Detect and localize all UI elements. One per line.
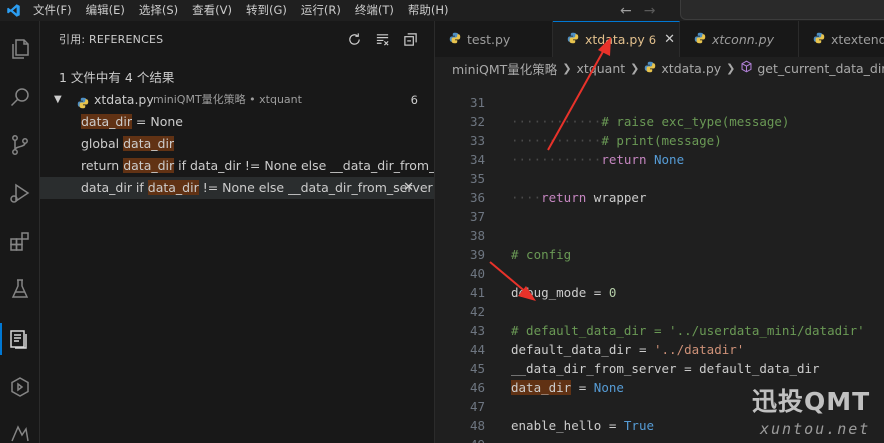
- clear-all-icon[interactable]: [374, 31, 390, 47]
- forward-arrow-icon[interactable]: →: [644, 3, 656, 19]
- activity-active-indicator: [0, 323, 2, 355]
- code-line: 39: [435, 226, 884, 262]
- result-text-after: if data_dir != None else __data_dir_from…: [174, 158, 434, 173]
- reference-file-row[interactable]: ▼ xtdata.py miniQMT量化策略 • xtquant 6: [40, 89, 434, 111]
- reference-result-row[interactable]: global data_dir: [40, 133, 434, 155]
- reference-file-name: xtdata.py: [94, 92, 154, 107]
- vscode-logo-icon: [0, 0, 26, 21]
- code-line: 35 ····return wrapper: [435, 150, 884, 205]
- testing-icon[interactable]: [4, 273, 36, 305]
- python-file-icon: [813, 32, 825, 47]
- tab-problem-count: 6: [648, 32, 657, 47]
- menu-terminal[interactable]: 终端(T): [348, 0, 401, 21]
- function-symbol-icon: [740, 60, 753, 76]
- python-file-icon: [77, 94, 89, 111]
- refresh-icon[interactable]: [346, 31, 362, 47]
- python-icon[interactable]: [4, 417, 36, 443]
- line-number: 49: [435, 435, 485, 443]
- menu-help[interactable]: 帮助(H): [401, 0, 456, 21]
- result-match-highlight: data_dir: [147, 180, 199, 195]
- python-file-icon: [644, 61, 656, 76]
- python-file-icon: [694, 32, 706, 47]
- reference-result-row-selected[interactable]: data_dir if data_dir != None else __data…: [40, 177, 434, 199]
- close-tab-icon[interactable]: ✕: [664, 32, 675, 47]
- code-line: 45 data_dir = None: [435, 340, 884, 395]
- reference-result-row[interactable]: data_dir = None: [40, 111, 434, 133]
- editor-tabs: test.py xtdata.py 6 ✕ xtconn.py xtextend…: [435, 21, 884, 57]
- code-line: 36: [435, 169, 884, 205]
- result-match-highlight: data_dir: [123, 158, 175, 173]
- back-arrow-icon[interactable]: ←: [620, 3, 632, 19]
- explorer-icon[interactable]: [4, 33, 36, 65]
- tab-label: xtconn.py: [712, 31, 774, 47]
- result-text-before: return: [81, 158, 124, 173]
- navigation-arrows: ← →: [620, 0, 655, 21]
- source-control-icon[interactable]: [4, 129, 36, 161]
- remote-icon[interactable]: [4, 371, 36, 403]
- code-line: 33 ············return None: [435, 112, 884, 167]
- code-line: 46: [435, 359, 884, 395]
- tab-xtextend[interactable]: xtextend.: [799, 21, 884, 57]
- result-text-before: data_dir if: [81, 180, 148, 195]
- references-panel: 引用: REFERENCES 1 文件中有 4 个结果 ▼ xtdata.py …: [40, 21, 435, 443]
- result-match-highlight: data_dir: [123, 136, 175, 151]
- references-icon[interactable]: [4, 323, 36, 355]
- watermark-title: 迅投QMT: [752, 387, 871, 416]
- command-center-search[interactable]: [680, 0, 884, 20]
- code-line: 34: [435, 131, 884, 167]
- activity-bar: [0, 21, 40, 443]
- code-line: 44 __data_dir_from_server = default_data…: [435, 321, 884, 376]
- python-file-icon: [449, 32, 461, 47]
- tab-label: test.py: [467, 31, 511, 47]
- result-text-before: global: [81, 136, 124, 151]
- code-line: 38 # config: [435, 207, 884, 262]
- extensions-icon[interactable]: [4, 225, 36, 257]
- result-text-after: = None: [131, 114, 183, 129]
- references-toolbar: [346, 31, 418, 47]
- code-line: 41: [435, 264, 884, 300]
- watermark-logo: 迅投QMT xuntou.net: [738, 378, 884, 443]
- menu-file[interactable]: 文件(F): [26, 0, 79, 21]
- dismiss-result-icon[interactable]: ✕: [403, 177, 414, 199]
- breadcrumb-file[interactable]: xtdata.py: [661, 61, 721, 76]
- menu-go[interactable]: 转到(G): [239, 0, 294, 21]
- result-text-after: != None else __data_dir_from_server: [198, 180, 433, 195]
- chevron-right-icon: ❯: [630, 61, 640, 75]
- reference-result-row[interactable]: return data_dir if data_dir != None else…: [40, 155, 434, 177]
- title-bar: 文件(F) 编辑(E) 选择(S) 查看(V) 转到(G) 运行(R) 终端(T…: [0, 0, 884, 21]
- breadcrumb-folder[interactable]: xtquant: [577, 61, 626, 76]
- menu-selection[interactable]: 选择(S): [132, 0, 185, 21]
- result-match-highlight: data_dir: [81, 114, 132, 129]
- python-file-icon: [567, 32, 579, 47]
- search-icon[interactable]: [4, 81, 36, 113]
- tab-xtdata-py[interactable]: xtdata.py 6 ✕: [553, 21, 680, 57]
- references-title: 引用: REFERENCES: [59, 33, 164, 46]
- collapse-all-icon[interactable]: [402, 31, 418, 47]
- reference-file-description: miniQMT量化策略 • xtquant: [153, 93, 302, 106]
- code-line: 37: [435, 188, 884, 224]
- breadcrumb-folder[interactable]: miniQMT量化策略: [452, 59, 557, 78]
- breadcrumb: miniQMT量化策略 ❯ xtquant ❯ xtdata.py ❯ get_…: [435, 57, 884, 79]
- tab-label: xtextend.: [831, 31, 884, 47]
- run-debug-icon[interactable]: [4, 177, 36, 209]
- code-line: 42 # default_data_dir = '../userdata_min…: [435, 283, 884, 338]
- watermark-url: xuntou.net: [760, 420, 871, 438]
- reference-count-badge: 6: [410, 93, 418, 107]
- tab-label: xtdata.py: [585, 32, 645, 47]
- code-line: 40 debug_mode = 0: [435, 245, 884, 300]
- menu-edit[interactable]: 编辑(E): [79, 0, 132, 21]
- chevron-right-icon: ❯: [726, 61, 736, 75]
- code-line: 32 ············# print(message): [435, 93, 884, 148]
- menu-view[interactable]: 查看(V): [185, 0, 239, 21]
- tab-xtconn-py[interactable]: xtconn.py: [680, 21, 799, 57]
- code-line: 31 ············# raise exc_type(message): [435, 79, 884, 129]
- chevron-right-icon: ❯: [562, 61, 572, 75]
- chevron-down-icon[interactable]: ▼: [54, 89, 62, 111]
- code-line: 43 default_data_dir = '../datadir': [435, 302, 884, 357]
- references-summary: 1 文件中有 4 个结果: [59, 70, 175, 85]
- breadcrumb-symbol[interactable]: get_current_data_dir: [757, 61, 884, 76]
- menu-run[interactable]: 运行(R): [294, 0, 348, 21]
- tab-test-py[interactable]: test.py: [435, 21, 553, 57]
